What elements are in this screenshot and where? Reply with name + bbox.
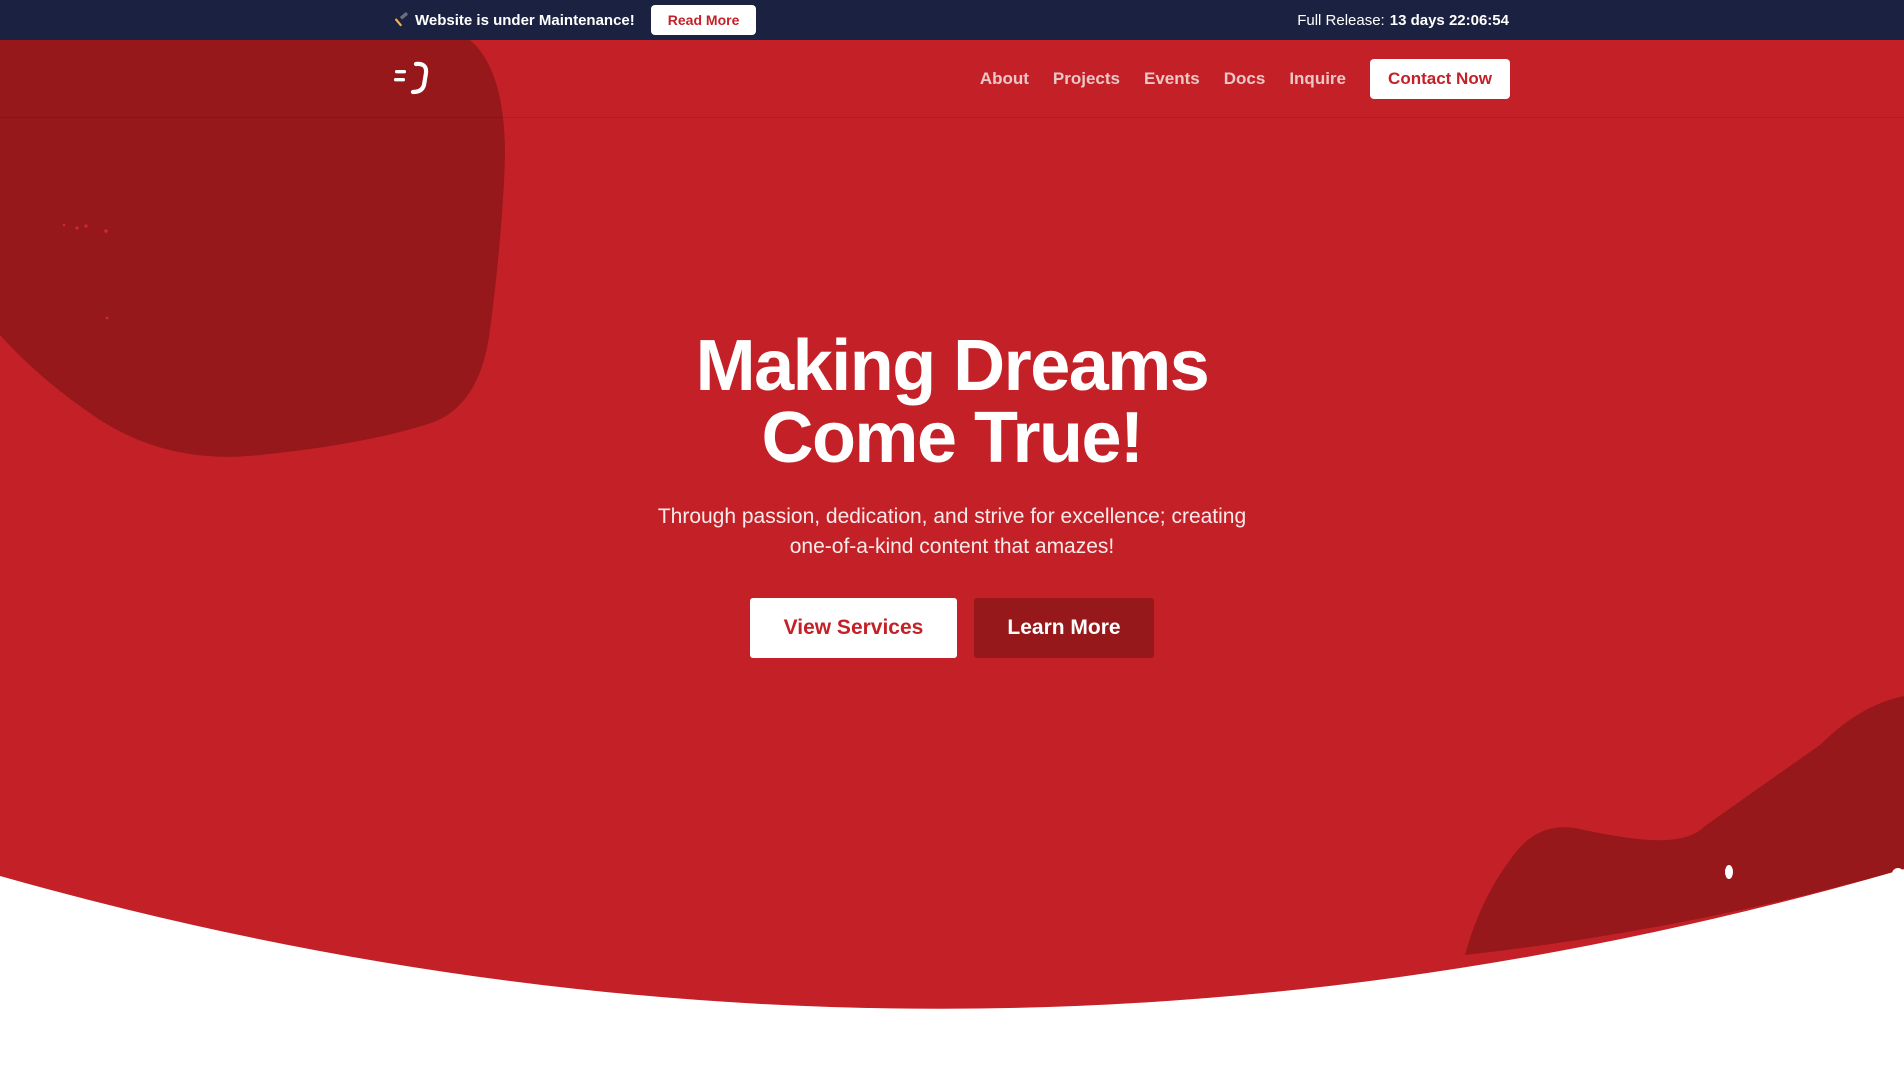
hero-buttons: View Services Learn More — [0, 598, 1904, 658]
nav-link-projects[interactable]: Projects — [1053, 69, 1120, 89]
release-label: Full Release: — [1297, 11, 1385, 29]
announcement-bar: Website is under Maintenance! Read More … — [0, 0, 1904, 40]
hero-section: About Projects Events Docs Inquire Conta… — [0, 40, 1904, 1080]
speck — [62, 223, 66, 227]
maintenance-text: Website is under Maintenance! — [415, 11, 635, 29]
speck — [84, 224, 88, 228]
nav-link-docs[interactable]: Docs — [1224, 69, 1266, 89]
hero-subtitle: Through passion, dedication, and strive … — [657, 505, 1247, 558]
read-more-button[interactable]: Read More — [650, 5, 757, 35]
release-countdown: Full Release: 13 days 22:06:54 — [1297, 0, 1509, 40]
view-services-button[interactable]: View Services — [750, 598, 957, 658]
announcement-left: Website is under Maintenance! Read More — [395, 0, 757, 40]
nav-links: About Projects Events Docs Inquire — [980, 40, 1346, 117]
maintenance-notice: Website is under Maintenance! — [395, 12, 635, 29]
hero-content: Making Dreams Come True! Through passion… — [0, 330, 1904, 658]
contact-now-button[interactable]: Contact Now — [1370, 59, 1510, 99]
logo-icon[interactable] — [393, 59, 433, 95]
speck — [104, 229, 108, 233]
white-drop — [1892, 868, 1904, 880]
speck — [105, 316, 109, 320]
learn-more-button[interactable]: Learn More — [974, 598, 1154, 658]
hammer-icon — [395, 12, 408, 27]
white-drop — [1725, 865, 1733, 879]
speck — [75, 226, 79, 230]
nav-link-inquire[interactable]: Inquire — [1289, 69, 1346, 89]
main-navbar: About Projects Events Docs Inquire Conta… — [0, 40, 1904, 118]
nav-link-events[interactable]: Events — [1144, 69, 1200, 89]
hero-title: Making Dreams Come True! — [695, 326, 1210, 478]
release-timer: 13 days 22:06:54 — [1389, 11, 1509, 29]
nav-link-about[interactable]: About — [980, 69, 1029, 89]
